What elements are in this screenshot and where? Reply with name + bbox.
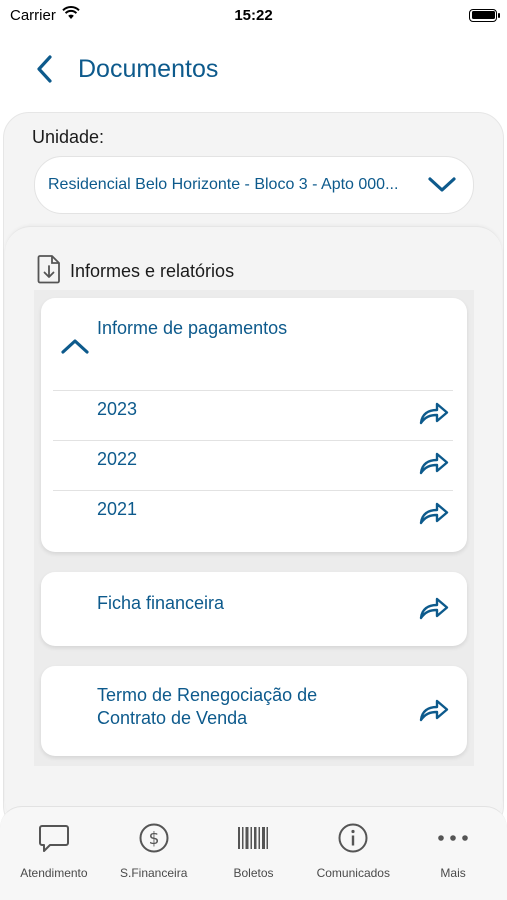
tab-bar: Atendimento $ S.Financeira Boletos Comun… xyxy=(0,806,507,900)
chevron-up-icon xyxy=(61,339,89,354)
battery-icon xyxy=(469,8,500,22)
termo-title-line1: Termo de Renegociação de xyxy=(97,685,318,705)
tab-comunicados[interactable]: Comunicados xyxy=(305,807,401,900)
year-row-2021[interactable]: 2021 xyxy=(53,490,453,540)
year-label: 2021 xyxy=(97,499,138,519)
chevron-down-icon xyxy=(425,168,459,202)
wifi-icon xyxy=(62,6,80,24)
header: Documentos xyxy=(0,40,507,98)
termo-renegociacao-title: Termo de Renegociação de Contrato de Ven… xyxy=(97,684,317,730)
tab-atendimento[interactable]: Atendimento xyxy=(6,807,102,900)
dollar-circle-icon: $ xyxy=(137,821,171,855)
status-left: Carrier xyxy=(10,6,80,24)
tab-label: Atendimento xyxy=(20,866,88,880)
tab-boletos[interactable]: Boletos xyxy=(205,807,301,900)
tab-s-financeira[interactable]: $ S.Financeira xyxy=(106,807,202,900)
termo-title-line2: Contrato de Venda xyxy=(97,708,248,728)
chat-bubble-icon xyxy=(37,821,71,855)
section-title: Informes e relatórios xyxy=(70,261,235,281)
tab-label: Comunicados xyxy=(316,866,390,880)
share-arrow-icon xyxy=(417,695,451,725)
tab-label: S.Financeira xyxy=(120,866,188,880)
share-arrow-icon xyxy=(417,448,451,478)
info-circle-icon xyxy=(336,821,370,855)
unit-select-value: Residencial Belo Horizonte - Bloco 3 - A… xyxy=(48,176,399,193)
status-bar: Carrier 15:22 xyxy=(0,0,507,30)
page-title: Documentos xyxy=(78,54,219,83)
more-dots-icon xyxy=(436,821,470,855)
ficha-financeira-title: Ficha financeira xyxy=(97,593,225,613)
unit-label: Unidade: xyxy=(32,127,105,147)
informe-pagamentos-card: Informe de pagamentos 2023 2022 2021 xyxy=(41,298,467,552)
year-label: 2022 xyxy=(97,449,138,469)
barcode-icon xyxy=(236,821,270,855)
tab-label: Mais xyxy=(440,866,466,880)
unit-select[interactable]: Residencial Belo Horizonte - Bloco 3 - A… xyxy=(34,156,474,214)
section-header: Informes e relatórios xyxy=(36,254,234,289)
informe-pagamentos-title: Informe de pagamentos xyxy=(97,318,288,338)
year-row-2023[interactable]: 2023 xyxy=(53,390,453,440)
svg-text:$: $ xyxy=(148,829,159,849)
year-row-2022[interactable]: 2022 xyxy=(53,440,453,490)
tab-mais[interactable]: Mais xyxy=(405,807,501,900)
chevron-left-icon xyxy=(37,55,52,83)
termo-renegociacao-card[interactable]: Termo de Renegociação de Contrato de Ven… xyxy=(41,666,467,756)
share-arrow-icon xyxy=(417,498,451,528)
document-download-icon xyxy=(36,254,62,289)
carrier-label: Carrier xyxy=(10,6,56,24)
back-button[interactable] xyxy=(24,49,64,89)
share-arrow-icon xyxy=(417,593,451,623)
share-arrow-icon xyxy=(417,398,451,428)
collapse-button[interactable] xyxy=(55,326,95,366)
ficha-financeira-card[interactable]: Ficha financeira xyxy=(41,572,467,646)
year-label: 2023 xyxy=(97,399,138,419)
tab-label: Boletos xyxy=(233,866,274,880)
